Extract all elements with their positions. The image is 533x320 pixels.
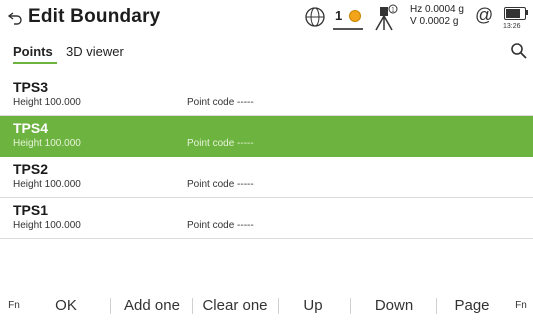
add-one-button[interactable]: Add one: [114, 292, 190, 320]
function-key-bar: Fn OK Add one Clear one Up Down Page Fn: [0, 292, 533, 320]
satellite-icon[interactable]: [304, 6, 326, 28]
ok-button[interactable]: OK: [34, 292, 98, 320]
battery-tip: [526, 10, 528, 15]
satellite-status-dot: [349, 10, 361, 22]
instrument-tripod-icon[interactable]: 1: [372, 4, 398, 32]
tab-bar: Points 3D viewer: [0, 40, 533, 66]
angle-hz: Hz 0.0004 g: [410, 4, 464, 15]
list-item-tps1[interactable]: TPS1 Height 100.000 Point code -----: [0, 198, 533, 239]
list-item-tps3[interactable]: TPS3 Height 100.000 Point code -----: [0, 75, 533, 116]
point-name: TPS4: [13, 120, 49, 136]
page-title: Edit Boundary: [28, 6, 161, 27]
divider: [436, 298, 437, 314]
point-height: Height 100.000: [13, 138, 81, 149]
point-name: TPS2: [13, 161, 49, 177]
tab-points[interactable]: Points: [13, 44, 53, 59]
divider: [110, 298, 111, 314]
battery-icon: [504, 7, 526, 20]
divider: [350, 298, 351, 314]
search-icon[interactable]: [510, 42, 528, 60]
satellite-count-underline: [333, 28, 363, 30]
back-icon[interactable]: [6, 9, 24, 27]
point-code: Point code -----: [187, 138, 254, 149]
point-height: Height 100.000: [13, 97, 81, 108]
clear-one-button[interactable]: Clear one: [195, 292, 275, 320]
angle-v: V 0.0002 g: [410, 16, 459, 27]
point-name: TPS1: [13, 202, 49, 218]
fn-left-button[interactable]: Fn: [4, 292, 24, 320]
list-item-tps2[interactable]: TPS2 Height 100.000 Point code -----: [0, 157, 533, 198]
point-name: TPS3: [13, 79, 49, 95]
title-bar: Edit Boundary 1 1 Hz 0.0004 g V 0.0002 g…: [0, 0, 533, 38]
clock: 13:26: [503, 23, 521, 30]
angle-readout: Hz 0.0004 g V 0.0002 g: [410, 4, 464, 28]
point-height: Height 100.000: [13, 179, 81, 190]
divider: [192, 298, 193, 314]
point-code: Point code -----: [187, 179, 254, 190]
tab-points-underline: [13, 62, 57, 64]
up-button[interactable]: Up: [282, 292, 344, 320]
point-height: Height 100.000: [13, 220, 81, 231]
page-button[interactable]: Page: [440, 292, 504, 320]
divider: [278, 298, 279, 314]
satellite-count: 1: [335, 8, 343, 23]
at-icon[interactable]: @: [475, 5, 493, 26]
fn-right-button[interactable]: Fn: [511, 292, 531, 320]
list-item-tps4[interactable]: TPS4 Height 100.000 Point code -----: [0, 116, 533, 157]
point-code: Point code -----: [187, 97, 254, 108]
point-code: Point code -----: [187, 220, 254, 231]
down-button[interactable]: Down: [355, 292, 433, 320]
tab-3d-viewer[interactable]: 3D viewer: [66, 44, 124, 59]
